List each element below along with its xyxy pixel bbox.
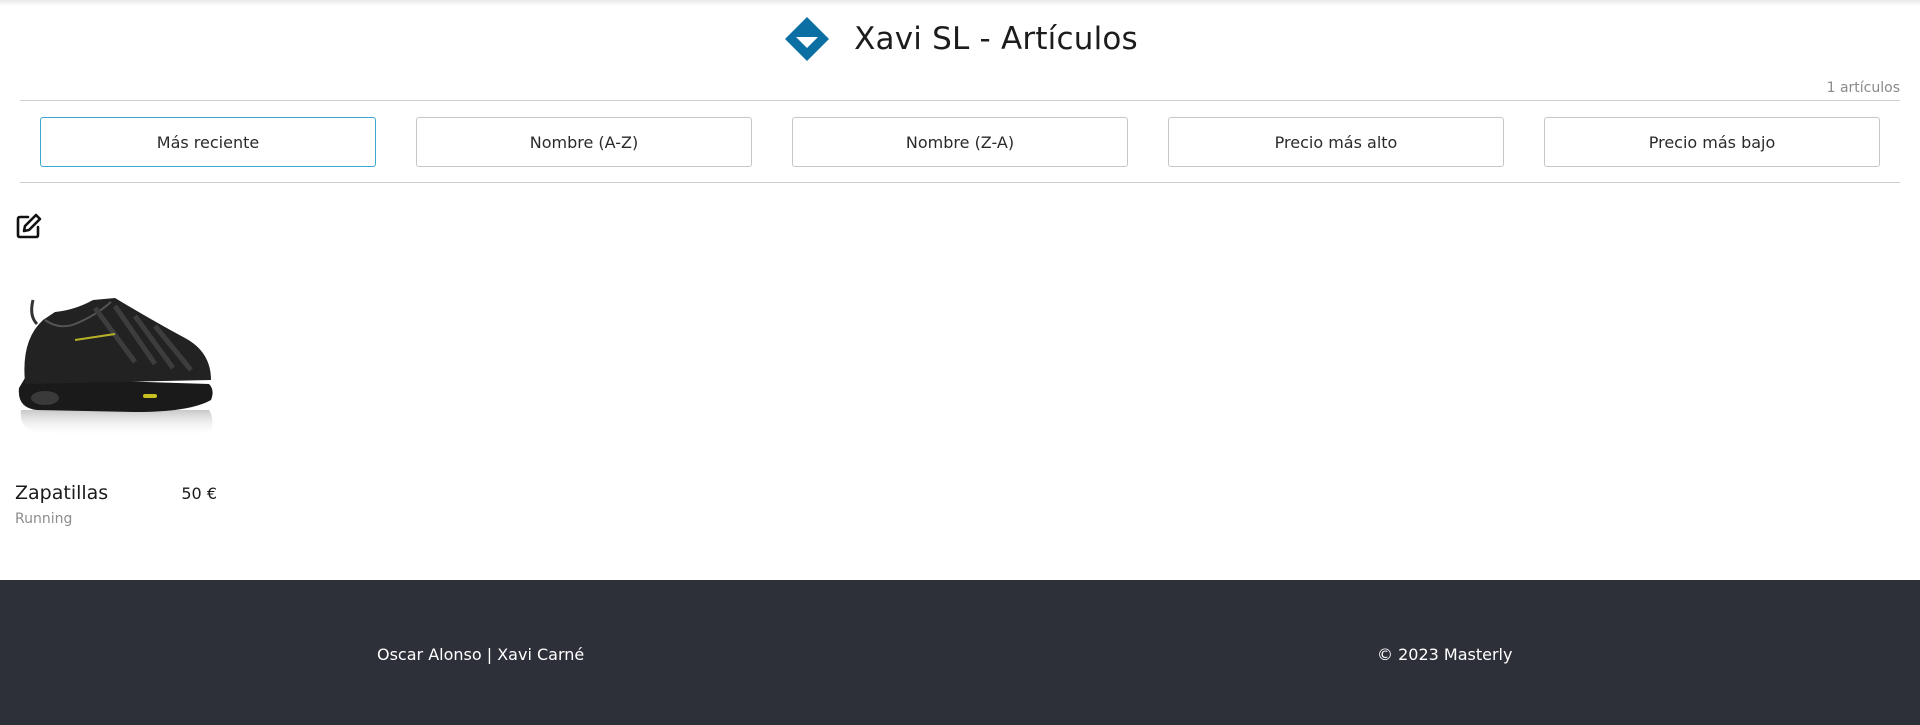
- page-header: Xavi SL - Artículos: [0, 14, 1920, 64]
- diamond-logo-icon: [785, 17, 830, 61]
- sort-price-high-button[interactable]: Precio más alto: [1168, 117, 1504, 167]
- edit-icon[interactable]: [15, 212, 43, 240]
- top-shadow: [0, 0, 1920, 6]
- sort-newest-button[interactable]: Más reciente: [40, 117, 376, 167]
- product-category: Running: [15, 511, 73, 527]
- sort-options-bar: Más reciente Nombre (A-Z) Nombre (Z-A) P…: [40, 117, 1880, 167]
- sort-name-desc-button[interactable]: Nombre (Z-A): [792, 117, 1128, 167]
- running-shoe-image[interactable]: [15, 260, 217, 462]
- results-count: 1 artículos: [1826, 80, 1900, 96]
- divider: [20, 182, 1900, 183]
- product-price: 50 €: [181, 484, 217, 503]
- product-card[interactable]: Zapatillas 50 € Running: [15, 260, 217, 530]
- footer-authors: Oscar Alonso | Xavi Carné: [377, 645, 585, 664]
- divider: [20, 100, 1900, 101]
- page-title: Xavi SL - Artículos: [854, 21, 1138, 57]
- sort-price-low-button[interactable]: Precio más bajo: [1544, 117, 1880, 167]
- sort-name-asc-button[interactable]: Nombre (A-Z): [416, 117, 752, 167]
- product-name: Zapatillas: [15, 482, 109, 504]
- footer-copyright: © 2023 Masterly: [1377, 645, 1513, 664]
- footer: Oscar Alonso | Xavi Carné © 2023 Masterl…: [0, 580, 1920, 725]
